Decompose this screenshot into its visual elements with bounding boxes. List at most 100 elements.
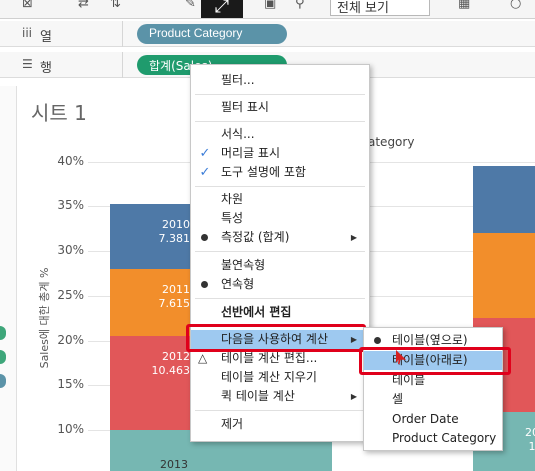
y-tick-label: 15% — [57, 377, 84, 392]
data-label: 7.9 — [473, 180, 535, 194]
bar-segment-2011[interactable] — [473, 233, 535, 319]
menu-separator — [195, 410, 365, 411]
submenu-item-label: 테이블(옆으로) — [392, 333, 468, 347]
sheet-title: 시트 1 — [31, 101, 87, 125]
bar-segment-2013[interactable] — [247, 438, 332, 471]
menu-separator — [195, 121, 365, 122]
menu-item-attribute[interactable]: 특성 — [191, 209, 369, 228]
y-tick-label: 40% — [57, 153, 84, 168]
pin-icon[interactable]: ⚲ — [295, 0, 305, 11]
menu-item-show-header[interactable]: ✓ 머리글 표시 — [191, 144, 369, 163]
swap-icon[interactable]: ⇄ — [78, 0, 89, 11]
menu-item-remove[interactable]: 제거 — [191, 415, 369, 434]
submenu-arrow-icon: ▶ — [350, 335, 357, 344]
rows-shelf-label: 행 — [40, 61, 52, 76]
pill-context-menu: 필터... 필터 표시 서식... ✓ 머리글 표시 ✓ 도구 설명에 포함 차원 … — [190, 64, 370, 442]
y-tick-label: 35% — [57, 198, 84, 213]
marks-card-strip — [0, 86, 17, 471]
menu-item-filter[interactable]: 필터... — [191, 71, 369, 90]
submenu-arrow-icon: ▶ — [350, 233, 357, 242]
y-tick-label: 20% — [57, 332, 84, 347]
label-icon[interactable]: ▣ — [264, 0, 276, 11]
menu-item-quick-table-calc[interactable]: 퀵 테이블 계산 ▶ — [191, 387, 369, 406]
data-label: 2010 7.381 — [158, 217, 191, 245]
menu-item-label: 필터 표시 — [221, 100, 269, 114]
clear-sheet-icon[interactable]: ⊠ — [22, 0, 33, 11]
warning-triangle-icon: △ — [198, 351, 208, 365]
menu-item-measure-sum[interactable]: 측정값 (합계) ▶ — [191, 228, 369, 247]
highlight-icon[interactable]: ✎ — [185, 0, 196, 11]
mark-color-dot[interactable] — [0, 374, 6, 388]
submenu-item-label: 테이블 — [392, 373, 426, 387]
menu-item-edit-in-shelf[interactable]: 선반에서 편집 — [191, 303, 369, 322]
help-icon[interactable]: ○ — [510, 0, 521, 11]
radio-dot-icon — [201, 234, 208, 241]
menu-item-dimension[interactable]: 차원 — [191, 190, 369, 209]
y-tick-label: 10% — [57, 422, 84, 436]
radio-dot-icon — [201, 281, 208, 288]
mark-color-dot[interactable] — [0, 350, 6, 364]
submenu-item-cell[interactable]: 셀 — [364, 390, 502, 409]
submenu-item-label: 테이블(아래로) — [392, 353, 468, 367]
menu-item-format[interactable]: 서식... — [191, 125, 369, 144]
menu-separator — [195, 298, 365, 299]
checkmark-icon: ✓ — [199, 165, 211, 180]
menu-item-label: 도구 설명에 포함 — [221, 165, 306, 179]
product-category-pill[interactable]: Product Category — [137, 24, 287, 44]
show-me-icon[interactable]: ▦ — [458, 0, 470, 11]
sort-icon[interactable]: ⇅ — [110, 0, 121, 11]
compute-using-submenu: 테이블(옆으로) 테이블(아래로) 테이블 셀 Order Date Produ… — [363, 327, 503, 451]
menu-item-label: 필터... — [221, 73, 255, 87]
fit-dropdown[interactable]: 전체 보기 — [330, 0, 430, 16]
menu-item-label: 테이블 계산 편집... — [221, 351, 318, 365]
menu-separator — [195, 94, 365, 95]
menu-item-label: 다음을 사용하여 계산 — [221, 332, 328, 346]
columns-shelf-label: 열 — [40, 30, 52, 45]
submenu-item-product-category[interactable]: Product Category — [364, 429, 502, 448]
menu-item-clear-table-calc[interactable]: 테이블 계산 지우기 — [191, 368, 369, 387]
column-header-title: ategory — [368, 135, 415, 149]
columns-shelf: iii 열 Product Category — [0, 21, 535, 47]
toolbar: ⊠ ⇄ ⇅ ✎ ⤢ ▣ ⚲ 전체 보기 ▦ ○ — [0, 0, 535, 19]
radio-dot-icon — [374, 337, 381, 344]
shelf-divider — [122, 52, 123, 78]
menu-item-label: 연속형 — [221, 277, 255, 291]
y-axis-label[interactable]: Sales에 대한 총계 % — [36, 268, 52, 369]
menu-item-label: 선반에서 편집 — [221, 305, 292, 319]
menu-item-label: 측정값 (합계) — [221, 230, 290, 244]
menu-item-discrete[interactable]: 불연속형 — [191, 256, 369, 275]
menu-item-include-tooltip[interactable]: ✓ 도구 설명에 포함 — [191, 163, 369, 182]
submenu-item-table-across[interactable]: 테이블(옆으로) — [364, 331, 502, 350]
menu-item-label: 차원 — [221, 192, 244, 206]
menu-item-label: 제거 — [221, 417, 244, 431]
submenu-item-label: Order Date — [392, 412, 459, 426]
data-label: 2011 7.615 — [158, 282, 191, 310]
columns-shelf-icon: iii — [22, 26, 33, 40]
menu-item-show-filter[interactable]: 필터 표시 — [191, 98, 369, 117]
submenu-item-label: 셀 — [392, 392, 404, 406]
submenu-item-table[interactable]: 테이블 — [364, 371, 502, 390]
checkmark-icon: ✓ — [199, 146, 211, 161]
mark-color-dot[interactable] — [0, 326, 6, 340]
data-label: 9.1 — [473, 247, 535, 261]
menu-item-compute-using[interactable]: 다음을 사용하여 계산 ▶ — [191, 330, 369, 349]
menu-item-edit-table-calc[interactable]: △ 테이블 계산 편집... — [191, 349, 369, 368]
menu-item-label: 특성 — [221, 211, 244, 225]
menu-item-continuous[interactable]: 연속형 — [191, 275, 369, 294]
bar-segment-2010[interactable] — [473, 165, 535, 234]
menu-item-label: 머리글 표시 — [221, 146, 281, 160]
submenu-item-label: Product Category — [392, 431, 497, 445]
menu-item-label: 퀵 테이블 계산 — [221, 389, 295, 403]
shelf-divider — [122, 21, 123, 47]
menu-item-label: 불연속형 — [221, 258, 266, 272]
submenu-item-table-down[interactable]: 테이블(아래로) — [364, 351, 502, 370]
y-tick-label: 30% — [57, 243, 84, 257]
data-label: 2012 10.463 — [151, 350, 191, 378]
fit-dropdown-value: 전체 보기 — [337, 1, 389, 16]
submenu-item-order-date[interactable]: Order Date — [364, 410, 502, 429]
presentation-mode-icon[interactable]: ⤢ — [201, 0, 243, 18]
menu-separator — [195, 186, 365, 187]
rows-shelf-icon: ☰ — [22, 57, 33, 71]
menu-item-label: 테이블 계산 지우기 — [221, 370, 317, 384]
menu-item-label: 서식... — [221, 127, 255, 141]
